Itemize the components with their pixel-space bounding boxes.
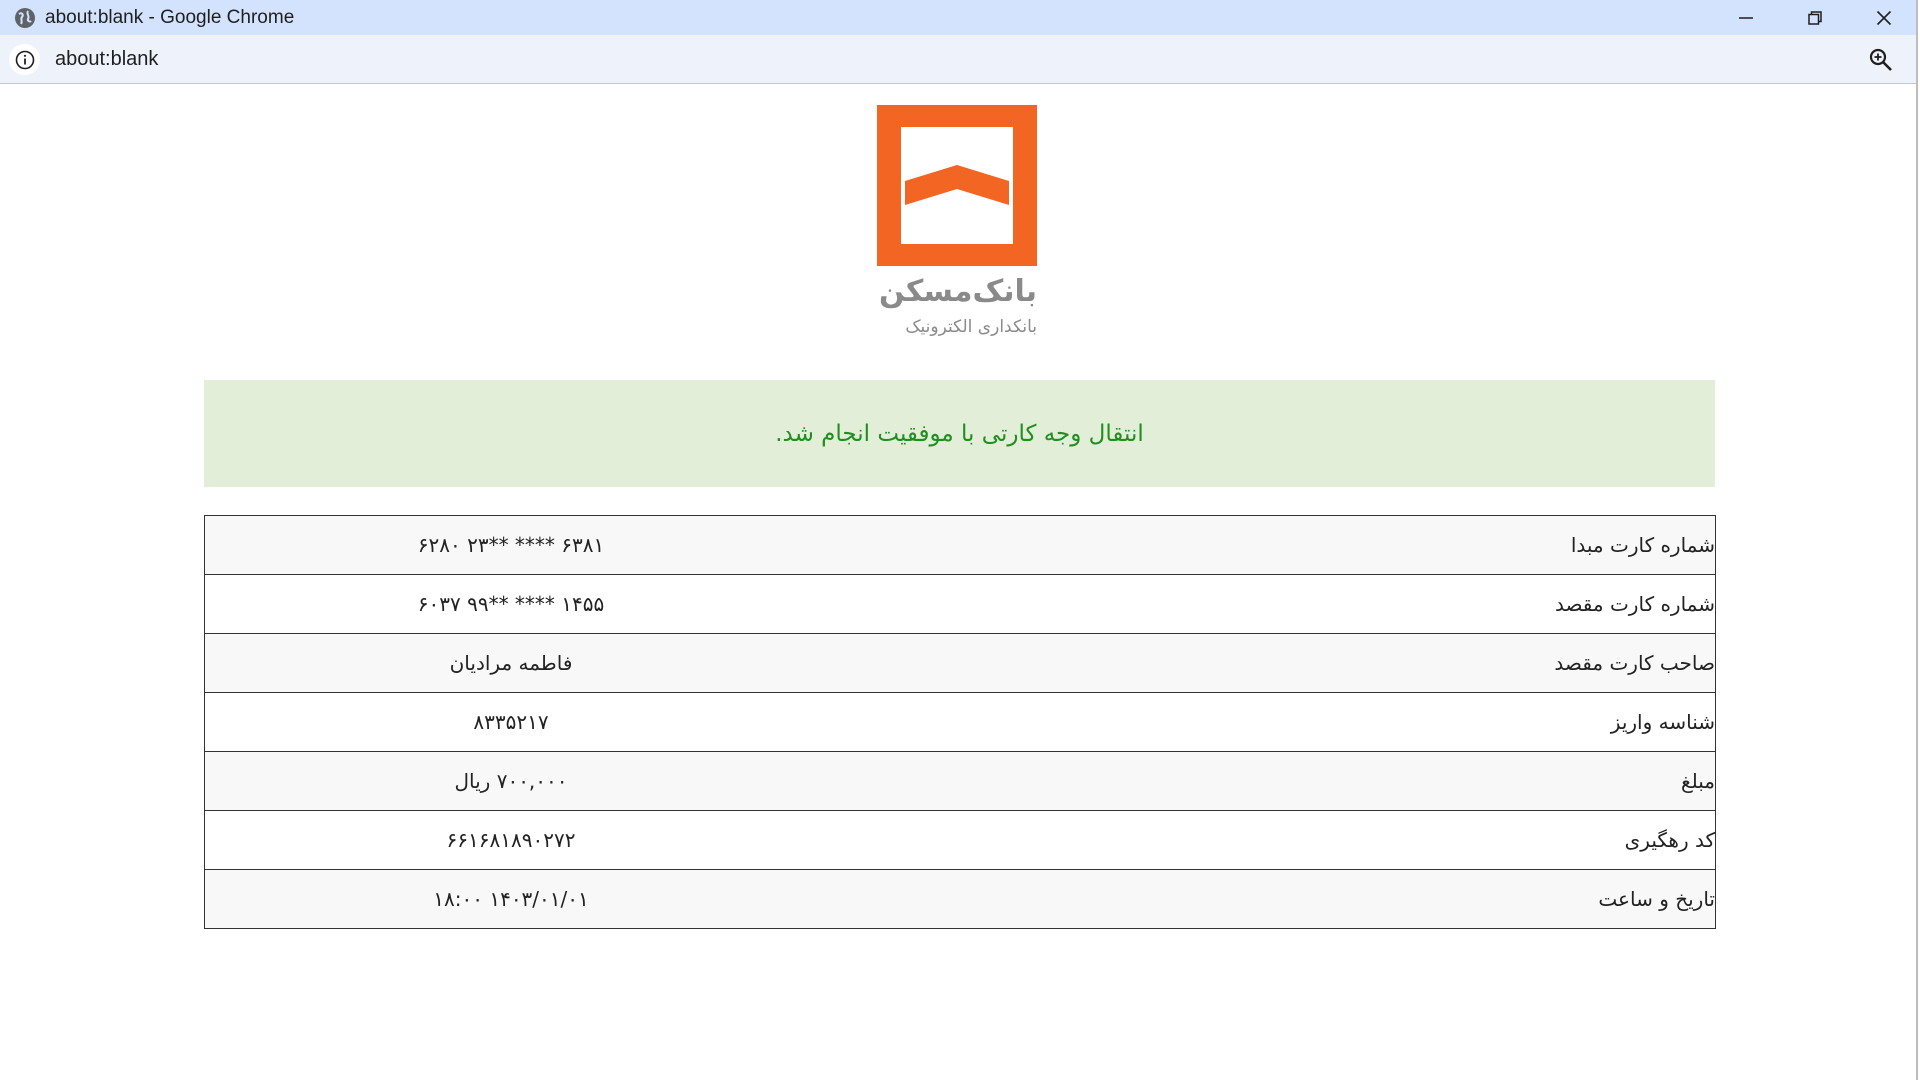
url-input[interactable]: about:blank: [55, 35, 158, 84]
row-value: ۸۳۳۵۲۱۷: [204, 692, 967, 752]
bank-logo: بانک‌مسکن بانکداری الکترونیک: [875, 105, 1037, 345]
globe-icon: [15, 8, 35, 28]
row-label: کد رهگیری: [967, 810, 1716, 870]
table-row: شماره کارت مبدا ۶۳۸۱ **** **۲۳ ۶۲۸۰: [204, 515, 1716, 575]
row-value: فاطمه مرادیان: [204, 633, 967, 693]
close-button[interactable]: [1850, 0, 1918, 35]
row-label: صاحب کارت مقصد: [967, 633, 1716, 693]
table-row: کد رهگیری ۶۶۱۶۸۱۸۹۰۲۷۲: [204, 810, 1716, 870]
viewport: about:blank - Google Chrome about:blank …: [0, 0, 1920, 1080]
minimize-icon: [1739, 16, 1753, 19]
row-label: شناسه واریز: [967, 692, 1716, 752]
zoom-icon[interactable]: [1868, 47, 1894, 73]
success-message: انتقال وجه کارتی با موفقیت انجام شد.: [775, 420, 1144, 447]
browser-window: about:blank - Google Chrome about:blank …: [0, 0, 1918, 1080]
house-roof-icon: [905, 165, 1009, 205]
window-title: about:blank - Google Chrome: [45, 7, 295, 28]
logo-bank-name: بانک‌مسکن: [878, 274, 1037, 309]
row-label: تاریخ و ساعت: [967, 869, 1716, 929]
row-value: ۱۴۵۵ **** **۹۹ ۶۰۳۷: [204, 574, 967, 634]
logo-mark: [877, 105, 1037, 266]
row-value: ۱۴۰۳/۰۱/۰۱ ۱۸:۰۰: [204, 869, 967, 929]
minimize-button[interactable]: [1712, 0, 1780, 35]
success-alert: انتقال وجه کارتی با موفقیت انجام شد.: [204, 380, 1715, 487]
row-label: مبلغ: [967, 751, 1716, 811]
restore-icon: [1808, 10, 1822, 25]
table-row: شناسه واریز ۸۳۳۵۲۱۷: [204, 692, 1716, 752]
table-row: مبلغ ۷۰۰,۰۰۰ ریال: [204, 751, 1716, 811]
row-label: شماره کارت مبدا: [967, 515, 1716, 575]
page-content: بانک‌مسکن بانکداری الکترونیک انتقال وجه …: [0, 84, 1916, 1080]
table-row: صاحب کارت مقصد فاطمه مرادیان: [204, 633, 1716, 693]
close-icon: [1876, 10, 1892, 25]
info-icon: [15, 50, 34, 69]
table-row: شماره کارت مقصد ۱۴۵۵ **** **۹۹ ۶۰۳۷: [204, 574, 1716, 634]
row-value: ۶۳۸۱ **** **۲۳ ۶۲۸۰: [204, 515, 967, 575]
row-value: ۶۶۱۶۸۱۸۹۰۲۷۲: [204, 810, 967, 870]
table-row: تاریخ و ساعت ۱۴۰۳/۰۱/۰۱ ۱۸:۰۰: [204, 869, 1716, 929]
restore-button[interactable]: [1781, 0, 1849, 35]
logo-subtitle: بانکداری الکترونیک: [905, 317, 1037, 337]
transaction-details-table: شماره کارت مبدا ۶۳۸۱ **** **۲۳ ۶۲۸۰ شمار…: [204, 515, 1716, 929]
title-bar: about:blank - Google Chrome: [0, 0, 1916, 35]
row-value: ۷۰۰,۰۰۰ ریال: [204, 751, 967, 811]
address-bar: about:blank: [0, 35, 1916, 84]
site-info-button[interactable]: [9, 44, 40, 75]
row-label: شماره کارت مقصد: [967, 574, 1716, 634]
